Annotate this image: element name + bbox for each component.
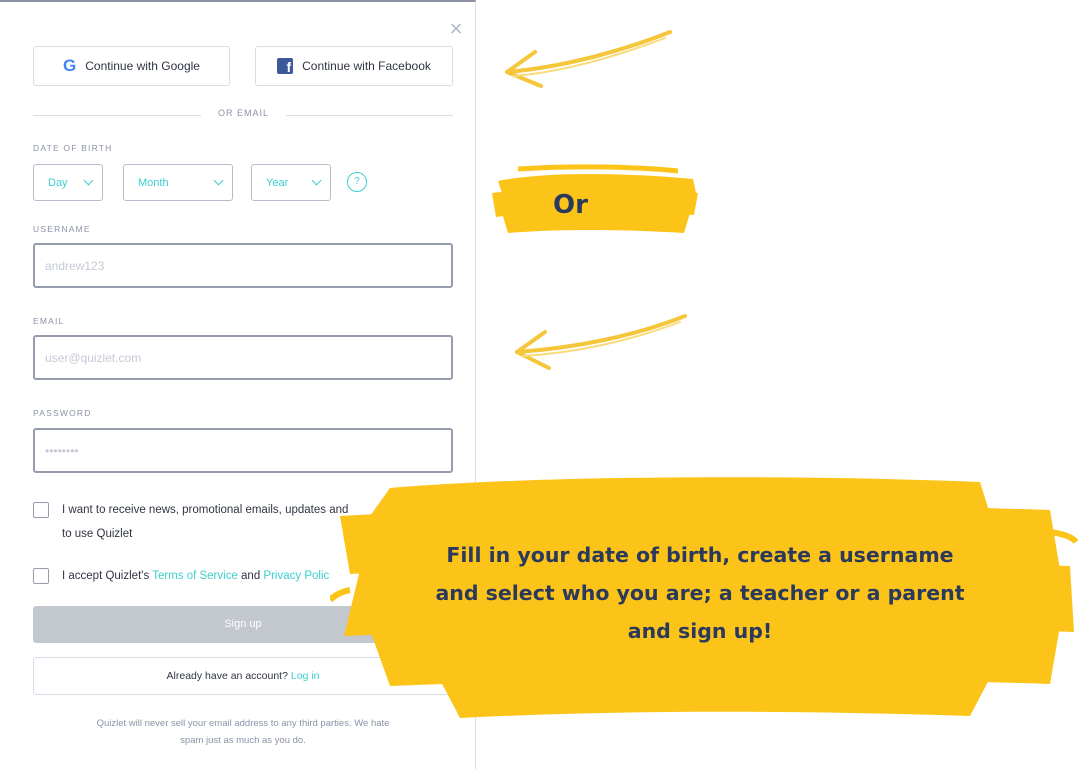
continue-with-facebook-button[interactable]: f Continue with Facebook xyxy=(255,46,453,86)
month-select-value: Month xyxy=(138,176,169,189)
username-label: USERNAME xyxy=(33,224,91,234)
callout-line1: Fill in your date of birth, create a use… xyxy=(446,543,954,567)
arrow-to-email-icon xyxy=(515,314,687,370)
log-in-link[interactable]: Log in xyxy=(291,670,320,682)
chevron-down-icon xyxy=(83,175,94,186)
email-label: EMAIL xyxy=(33,316,65,326)
news-text-line2: to use Quizlet xyxy=(62,528,133,540)
month-select[interactable]: Month xyxy=(123,164,233,201)
year-select[interactable]: Year xyxy=(251,164,331,201)
news-text-line1: I want to receive news, promotional emai… xyxy=(62,504,349,516)
facebook-button-label: Continue with Facebook xyxy=(302,59,431,73)
news-checkbox-label: I want to receive news, promotional emai… xyxy=(62,501,348,543)
terms-checkbox-label: I accept Quizlet's Terms of Service and … xyxy=(62,567,329,585)
accept-and: and xyxy=(237,570,264,582)
help-icon[interactable]: ? xyxy=(347,172,367,192)
callout-text: Fill in your date of birth, create a use… xyxy=(390,536,1010,650)
chevron-down-icon xyxy=(311,175,322,186)
close-icon[interactable]: × xyxy=(447,18,465,40)
day-select-value: Day xyxy=(48,176,68,189)
year-select-value: Year xyxy=(266,176,289,189)
privacy-policy-link[interactable]: Privacy Polic xyxy=(263,570,329,582)
or-email-divider-label: OR EMAIL xyxy=(217,108,269,118)
or-label: Or xyxy=(553,190,588,220)
password-label: PASSWORD xyxy=(33,408,92,418)
username-input[interactable] xyxy=(33,243,453,288)
callout-line2: and select who you are; a teacher or a p… xyxy=(435,581,965,605)
email-input[interactable] xyxy=(33,335,453,380)
have-account-text: Already have an account? xyxy=(166,670,291,682)
news-checkbox[interactable] xyxy=(33,502,49,518)
or-highlight xyxy=(492,164,698,233)
continue-with-google-button[interactable]: G Continue with Google xyxy=(33,46,230,86)
date-of-birth-label: DATE OF BIRTH xyxy=(33,143,113,153)
divider-left xyxy=(33,115,201,116)
divider-right xyxy=(286,115,453,116)
day-select[interactable]: Day xyxy=(33,164,103,201)
google-icon: G xyxy=(63,56,77,75)
accept-prefix: I accept Quizlet's xyxy=(62,570,153,582)
facebook-icon: f xyxy=(277,58,294,74)
terms-checkbox[interactable] xyxy=(33,568,49,584)
terms-of-service-link[interactable]: Terms of Service xyxy=(152,570,238,582)
password-input[interactable] xyxy=(33,428,453,473)
arrow-to-social-icon xyxy=(505,30,672,88)
google-button-label: Continue with Google xyxy=(85,59,200,73)
callout-line3: and sign up! xyxy=(627,619,773,643)
chevron-down-icon xyxy=(213,175,224,186)
